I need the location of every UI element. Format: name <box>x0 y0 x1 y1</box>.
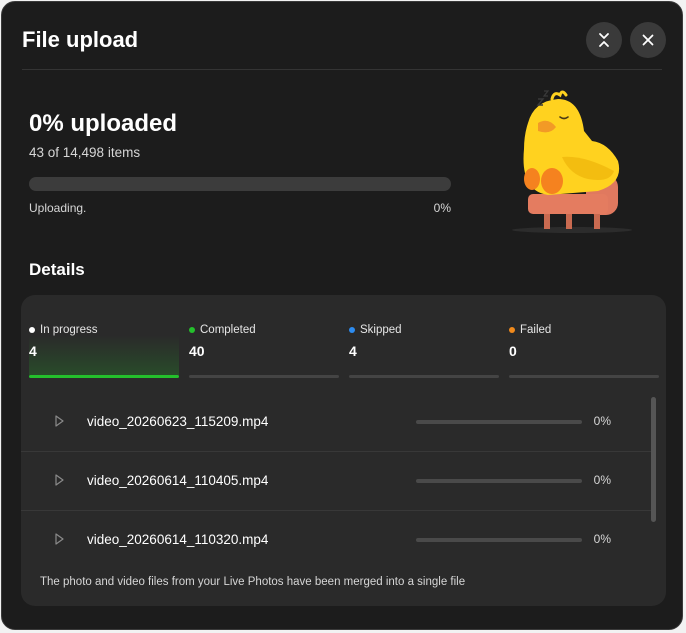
file-list: video_20260623_115209.mp4 0% video_20260… <box>21 393 651 570</box>
tab-count: 40 <box>189 343 205 359</box>
tab-label: In progress <box>29 324 98 336</box>
overall-progress-bar <box>29 177 451 191</box>
status-dot <box>509 327 515 333</box>
tab-label: Completed <box>189 324 256 336</box>
tab-label: Failed <box>509 324 551 336</box>
header-divider <box>22 69 662 70</box>
status-dot <box>189 327 195 333</box>
tab-count: 0 <box>509 343 517 359</box>
play-icon[interactable] <box>54 533 64 545</box>
play-icon[interactable] <box>54 415 64 427</box>
tab-count: 4 <box>349 343 357 359</box>
close-icon <box>642 34 654 46</box>
details-panel: In progress 4 Completed 40 Skipped 4 Fai… <box>21 295 666 606</box>
file-progress-bar <box>416 479 582 483</box>
file-upload-dialog: File upload 0% uploaded 43 of 14,498 ite… <box>1 1 683 630</box>
sleeping-duck-illustration <box>512 90 632 233</box>
file-progress-bar <box>416 420 582 424</box>
status-dot <box>29 327 35 333</box>
upload-percent-heading: 0% uploaded <box>29 110 178 137</box>
tab-underline <box>189 375 339 378</box>
tab-completed[interactable]: Completed 40 <box>189 295 339 379</box>
upload-status-percent: 0% <box>433 201 451 215</box>
tab-in-progress[interactable]: In progress 4 <box>29 295 179 379</box>
collapse-icon <box>599 33 609 47</box>
tab-underline <box>29 375 179 378</box>
file-name: video_20260614_110405.mp4 <box>87 473 269 488</box>
file-percent: 0% <box>593 414 611 428</box>
tab-skipped[interactable]: Skipped 4 <box>349 295 499 379</box>
tab-count: 4 <box>29 343 37 359</box>
collapse-button[interactable] <box>586 22 622 58</box>
status-dot <box>349 327 355 333</box>
file-list-scrollbar[interactable] <box>651 397 656 522</box>
upload-status: Uploading. <box>29 201 87 215</box>
file-row[interactable]: video_20260614_110320.mp4 0% <box>21 511 651 570</box>
file-name: video_20260623_115209.mp4 <box>87 414 269 429</box>
tab-underline <box>509 375 659 378</box>
live-photos-note: The photo and video files from your Live… <box>40 576 466 588</box>
tab-active-glow <box>29 335 179 375</box>
close-button[interactable] <box>630 22 666 58</box>
file-name: video_20260614_110320.mp4 <box>87 532 269 547</box>
file-percent: 0% <box>593 532 611 546</box>
play-icon[interactable] <box>54 474 64 486</box>
tab-label: Skipped <box>349 324 402 336</box>
tab-failed[interactable]: Failed 0 <box>509 295 659 379</box>
item-count: 43 of 14,498 items <box>29 145 141 160</box>
details-heading: Details <box>29 260 85 279</box>
file-percent: 0% <box>593 473 611 487</box>
tab-underline <box>349 375 499 378</box>
file-row[interactable]: video_20260614_110405.mp4 0% <box>21 452 651 511</box>
file-row[interactable]: video_20260623_115209.mp4 0% <box>21 393 651 452</box>
file-progress-bar <box>416 538 582 542</box>
dialog-title: File upload <box>22 27 139 52</box>
